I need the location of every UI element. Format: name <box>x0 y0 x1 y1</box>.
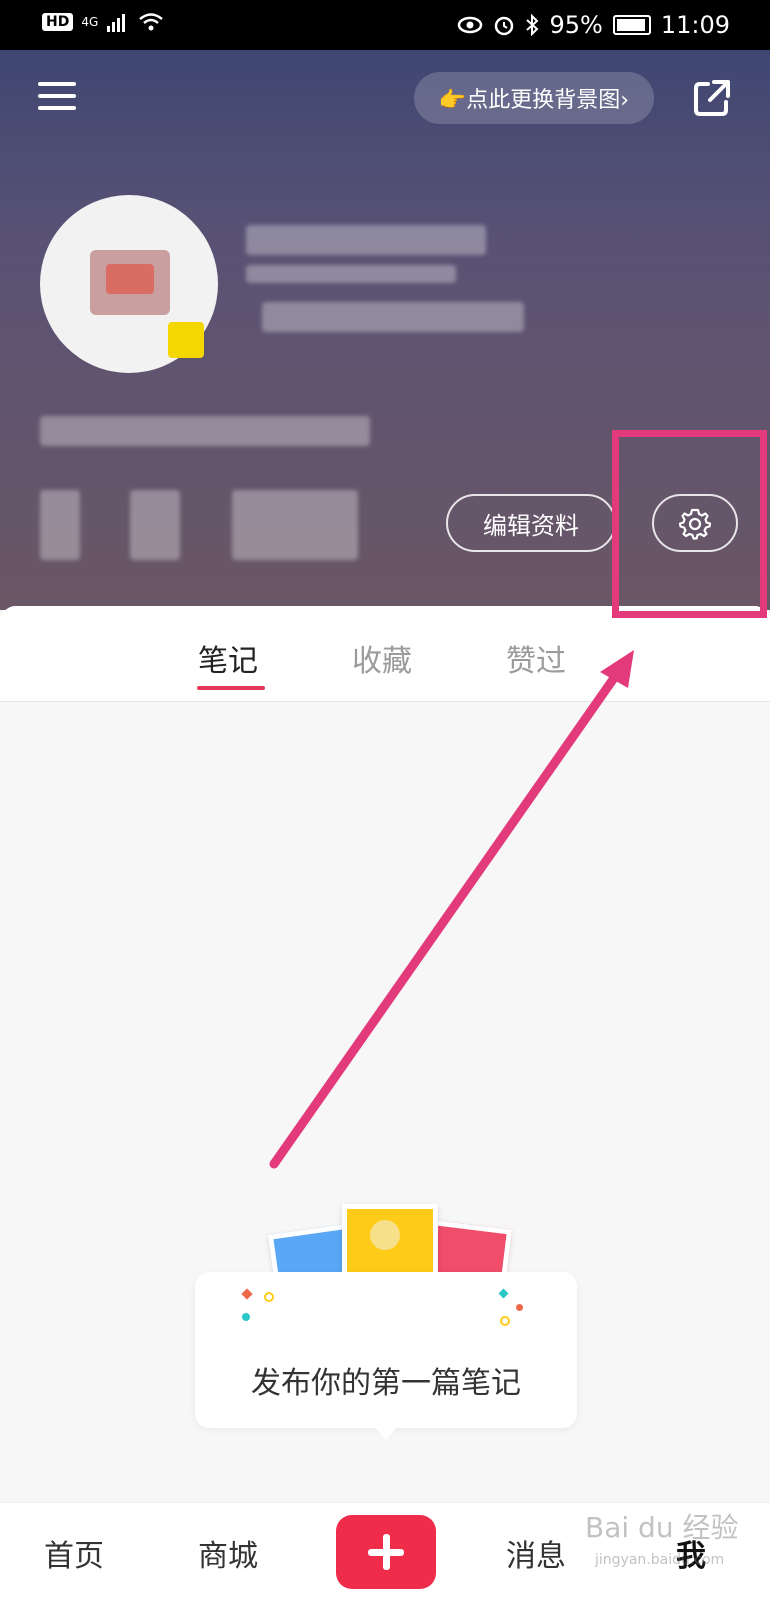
nav-messages[interactable]: 消息 <box>506 1531 566 1575</box>
watermark-url: jingyan.baidu.com <box>595 1552 725 1568</box>
confetti-dot <box>516 1304 523 1311</box>
add-note-button[interactable] <box>336 1515 436 1589</box>
nav-mall[interactable]: 商城 <box>198 1531 258 1575</box>
illustration-person-icon <box>370 1220 400 1250</box>
empty-state-text: 发布你的第一篇笔记 <box>251 1366 521 1401</box>
watermark: Bai du 经验 <box>585 1511 739 1544</box>
empty-state-tail <box>372 1424 400 1440</box>
confetti-dot <box>500 1316 510 1326</box>
confetti-dot <box>264 1292 274 1302</box>
nav-home[interactable]: 首页 <box>44 1531 104 1575</box>
confetti-dot <box>242 1313 250 1321</box>
empty-state-card[interactable]: 发布你的第一篇笔记 <box>195 1272 577 1428</box>
